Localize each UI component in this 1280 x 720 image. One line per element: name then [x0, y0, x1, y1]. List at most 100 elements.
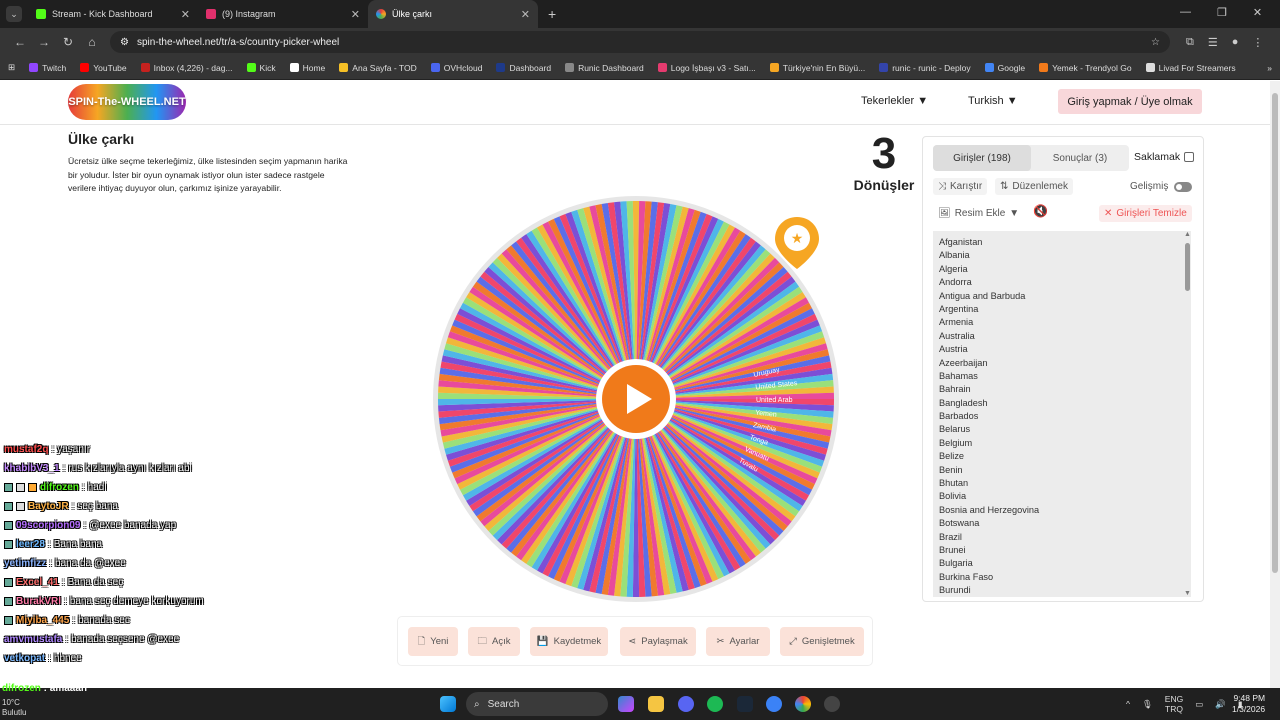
url-field[interactable]: ⚙ spin-the-wheel.net/tr/a-s/country-pick…	[110, 31, 1170, 53]
taskbar-search[interactable]: ⌕ Search	[466, 692, 608, 716]
new-tab-icon[interactable]: +	[548, 6, 556, 22]
profile-icon[interactable]: ●	[1232, 36, 1239, 49]
page-scroll-thumb[interactable]	[1272, 93, 1278, 573]
url-text: spin-the-wheel.net/tr/a-s/country-picker…	[136, 36, 340, 48]
language-menu[interactable]: Turkish ▼	[968, 95, 1018, 107]
settings-button[interactable]: ✂ Ayarlar	[706, 627, 770, 656]
panel-tabs: Girişler (198) Sonuçlar (3)	[933, 145, 1129, 171]
tab-instagram[interactable]: (9) Instagram ✕	[198, 0, 368, 28]
entries-scrollbar[interactable]: ▲ ▼	[1183, 231, 1193, 597]
chat-badge-icon	[4, 616, 13, 625]
mute-icon[interactable]: 🔇	[1033, 204, 1048, 218]
chat-line: Miyiba_445: banada sec	[0, 611, 300, 630]
close-tab-icon[interactable]: ✕	[181, 8, 190, 21]
hide-checkbox[interactable]	[1184, 152, 1195, 162]
bookmark-item[interactable]: Ana Sayfa - TOD	[339, 63, 417, 73]
close-tab-icon[interactable]: ✕	[351, 8, 360, 21]
bookmark-item[interactable]: Runic Dashboard	[565, 63, 644, 73]
bookmark-item[interactable]: Logo İşbaşı v3 - Satı...	[657, 63, 756, 73]
hide-toggle[interactable]: Saklamak	[1134, 151, 1195, 163]
tray-chevron-icon[interactable]: ^	[1126, 699, 1130, 709]
bookmark-item[interactable]: OVHcloud	[430, 63, 482, 73]
expand-icon: ⤢	[789, 636, 797, 647]
entry-line: Botswana	[939, 518, 980, 529]
bookmark-item[interactable]: Google	[984, 63, 1025, 73]
home-icon[interactable]: ⌂	[80, 35, 104, 49]
extensions-icon[interactable]: ⧉	[1186, 36, 1194, 49]
entries-scroll-thumb[interactable]	[1185, 243, 1190, 291]
tab-search-icon[interactable]: ⌄	[6, 6, 22, 22]
volume-icon[interactable]: 🔊	[1215, 699, 1226, 710]
bookmark-item[interactable]: Twitch	[29, 63, 66, 73]
bookmark-favicon-icon	[496, 63, 506, 72]
new-button[interactable]: 🗋 Yeni	[408, 627, 458, 656]
windows-start-icon[interactable]	[440, 696, 456, 712]
advanced-toggle[interactable]: Gelişmiş	[1130, 181, 1193, 192]
file-explorer-icon[interactable]	[648, 696, 664, 712]
app-icon[interactable]	[766, 696, 782, 712]
discord-icon[interactable]	[678, 696, 694, 712]
copilot-icon[interactable]	[618, 696, 634, 712]
scroll-down-icon[interactable]: ▼	[1184, 590, 1191, 597]
chat-msg: yaşanır	[57, 444, 91, 455]
site-info-icon[interactable]: ⚙	[120, 37, 129, 48]
chat-badge-icon	[4, 521, 13, 530]
site-logo[interactable]: SPIN-The-WHEEL.NET	[68, 84, 186, 120]
bookmark-item[interactable]: runic - runic - Deploy	[879, 63, 971, 73]
wheels-menu[interactable]: Tekerlekler ▼	[861, 95, 928, 107]
bookmark-star-icon[interactable]: ☆	[1151, 37, 1160, 48]
scroll-up-icon[interactable]: ▲	[1184, 231, 1191, 238]
advanced-switch[interactable]	[1174, 181, 1193, 192]
mic-icon[interactable]: 🎙	[1142, 699, 1153, 710]
tab-entries[interactable]: Girişler (198)	[933, 145, 1031, 171]
login-button[interactable]: Giriş yapmak / Üye olmak	[1058, 89, 1202, 114]
back-icon[interactable]: ←	[8, 35, 32, 49]
expand-button[interactable]: ⤢ Genişletmek	[780, 627, 864, 656]
menu-icon[interactable]: ⋮	[1252, 36, 1263, 49]
maximize-icon[interactable]: ❐	[1217, 6, 1227, 19]
bookmark-item[interactable]: Home	[289, 63, 325, 73]
tab-results[interactable]: Sonuçlar (3)	[1031, 145, 1129, 171]
sort-button[interactable]: ⇅ Düzenlemek	[995, 178, 1073, 195]
language-indicator[interactable]: ENG TRQ	[1165, 694, 1183, 714]
forward-icon[interactable]: →	[32, 35, 56, 49]
bookmark-item[interactable]: Türkiye'nin En Büyü...	[769, 63, 865, 73]
save-icon: 💾	[536, 636, 549, 647]
minimize-icon[interactable]: —	[1180, 6, 1191, 19]
chat-msg: hadi	[87, 482, 107, 493]
tab-country-wheel[interactable]: Ülke çarkı ✕	[368, 0, 538, 28]
bookmark-item[interactable]: Yemek - Trendyol Go	[1039, 63, 1132, 73]
close-tab-icon[interactable]: ✕	[521, 8, 530, 21]
clear-entries-button[interactable]: ✕ Girişleri Temizle	[1099, 205, 1192, 222]
tab-kick[interactable]: Stream - Kick Dashboard ✕	[28, 0, 198, 28]
obs-icon[interactable]	[824, 696, 840, 712]
shuffle-button[interactable]: ⤨ Karıştır	[933, 178, 988, 195]
add-image-button[interactable]: 🖼 Resim Ekle ▼	[933, 205, 1025, 222]
open-button[interactable]: 🗀 Açık	[468, 627, 520, 656]
page-scrollbar[interactable]	[1270, 81, 1280, 688]
apps-icon[interactable]: ⊞	[8, 62, 15, 73]
save-button[interactable]: 💾 Kaydetmek	[530, 627, 608, 656]
settings-label: Ayarlar	[729, 636, 760, 647]
taskbar-clock[interactable]: 9:48 PM 1/3/2026	[1232, 693, 1265, 715]
close-window-icon[interactable]: ✕	[1253, 6, 1262, 19]
spotify-icon[interactable]	[707, 696, 723, 712]
chrome-icon[interactable]	[795, 696, 811, 712]
more-bookmarks-icon[interactable]: »	[1267, 63, 1272, 73]
bookmark-item[interactable]: Kick	[246, 62, 276, 73]
bookmark-item[interactable]: Inbox (4,226) - dag...	[140, 63, 233, 73]
weather-widget[interactable]: 10°C Bulutlu	[2, 698, 26, 718]
reload-icon[interactable]: ↻	[56, 35, 80, 49]
bookmark-item[interactable]: Dashboard	[496, 63, 551, 73]
bookmark-item[interactable]: Livad For Streamers	[1145, 63, 1236, 73]
bookmark-label: Kick	[259, 62, 276, 73]
steam-icon[interactable]	[737, 696, 753, 712]
weather-temp: 10°C	[2, 698, 20, 707]
media-icon[interactable]: ☰	[1208, 36, 1218, 49]
entry-line: Bosnia and Herzegovina	[939, 504, 1040, 515]
chat-user: vetkopat	[4, 653, 46, 664]
entries-textarea[interactable]: Afganistan Albania Algeria Andorra Antigua a…	[933, 231, 1191, 597]
share-button[interactable]: ⋖ Paylaşmak	[620, 627, 696, 656]
monitor-icon[interactable]: ▭	[1195, 699, 1203, 710]
bookmark-item[interactable]: YouTube	[80, 63, 127, 73]
